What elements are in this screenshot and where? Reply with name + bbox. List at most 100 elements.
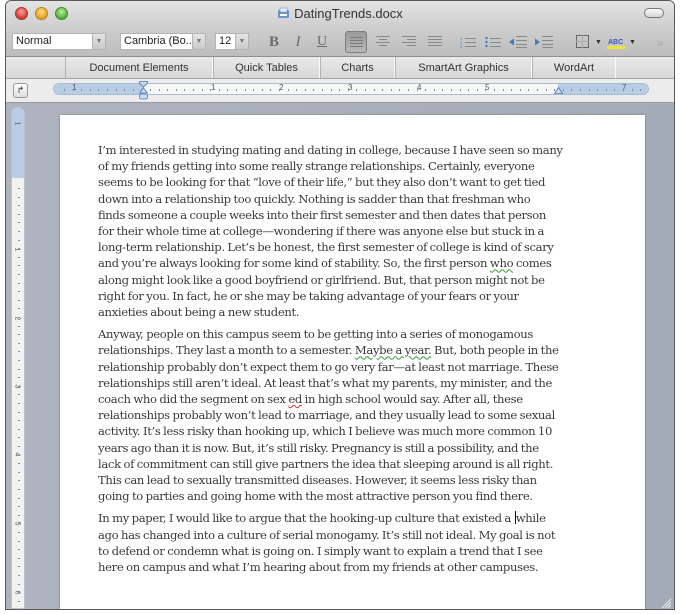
borders-button[interactable] [572,33,592,51]
highlight-dropdown-icon[interactable]: ▼ [629,39,636,46]
toolbar-overflow-icon[interactable]: » [650,33,670,51]
ruler-tick [18,334,20,336]
text-line: of my friends getting into some really s… [98,159,535,174]
decrease-indent-button[interactable] [508,33,528,51]
ruler-tick [98,89,100,91]
ruler-tick [236,89,237,91]
vertical-ruler[interactable]: 1 1 2 3 4 5 6 [11,107,25,609]
italic-button[interactable]: I [288,33,308,51]
text-line: and you’re always looking for some kind … [98,255,603,271]
ruler-tick [322,89,323,91]
tab-stop-selector[interactable]: ↱ [13,83,28,98]
ruler-tick [18,325,20,327]
paragraph[interactable]: In my paper, I would like to argue that … [98,510,603,575]
document-body[interactable]: I’m interested in studying mating and da… [98,142,603,581]
borders-dropdown-icon[interactable]: ▼ [595,39,602,46]
tab-wordart[interactable]: WordArt [532,57,616,78]
ruler-tick [18,274,20,275]
ruler-tick [18,385,20,387]
style-select[interactable]: Normal ▼ [12,33,106,50]
ruler-tick [81,89,83,91]
underline-button[interactable]: U [312,33,332,51]
toolbar-toggle-button[interactable] [644,8,664,18]
tab-quick-tables[interactable]: Quick Tables [213,57,320,78]
text-run: comes [513,256,552,271]
ruler-tick [502,89,504,91]
text-run: But, both people in the [431,343,559,358]
borders-icon [575,35,589,48]
numbered-list-button[interactable]: 123 [458,33,478,51]
align-center-icon [376,36,390,46]
align-left-button[interactable] [345,31,367,53]
ruler-tick [18,231,20,232]
bold-button[interactable]: B [264,33,284,51]
highlight-icon: ABC [607,39,625,49]
spelling-flag[interactable]: ed [288,392,302,406]
chevron-down-icon[interactable]: ▼ [235,34,248,49]
ruler-tick [347,89,349,91]
resize-grip-icon[interactable] [660,597,672,609]
text-line: This can lead to sexually transmitted di… [98,473,537,488]
text-line: relationships still aren’t ideal. At lea… [98,375,553,390]
bulleted-list-icon [485,36,501,48]
chevron-down-icon[interactable]: ▼ [192,34,205,49]
ruler-tick [18,239,20,241]
ruler-tick [313,89,315,91]
paragraph[interactable]: I’m interested in studying mating and da… [98,142,603,320]
right-indent-marker[interactable] [554,87,563,94]
text-line: relationships. They last a month to a se… [98,342,603,358]
ruler-tick [408,89,409,91]
font-size-select[interactable]: 12 ▼ [215,33,249,50]
font-select[interactable]: Cambria (Bo... ▼ [120,33,206,50]
chevron-down-icon[interactable]: ▼ [92,34,105,49]
text-line: Anyway, people on this campus seem to be… [98,327,533,342]
ruler-tick [18,351,20,353]
align-center-button[interactable] [373,33,393,51]
text-line: ago has changed into a culture of serial… [98,527,556,542]
ruler-tick [296,89,298,91]
text-run: In my paper, I would like to argue that … [98,511,514,526]
document-page[interactable]: I’m interested in studying mating and da… [60,115,645,609]
ruler-tick [545,89,547,91]
ruler-tick [580,89,581,91]
ruler-tick [18,566,20,568]
align-right-button[interactable] [399,33,419,51]
ruler-tick [18,420,20,422]
ruler-tick [18,540,20,542]
ruler-tick [18,549,20,551]
font-value: Cambria (Bo... [124,35,195,47]
tab-document-elements[interactable]: Document Elements [65,57,213,78]
ruler-label: 4 [417,83,422,92]
first-line-indent-marker[interactable] [139,81,148,101]
paragraph[interactable]: Anyway, people on this campus seem to be… [98,326,603,504]
text-line: activity. It’s less risky than hooking u… [98,424,552,439]
ruler-tick [227,89,229,91]
text-line: I’m interested in studying mating and da… [98,143,563,157]
decrease-indent-icon [509,36,527,48]
tab-smartart-graphics[interactable]: SmartArt Graphics [395,57,532,78]
tab-label: Document Elements [89,62,189,74]
ruler-tick [528,89,530,91]
text-run: while [515,511,546,526]
ruler-tick [18,196,20,198]
ruler-tick [18,188,20,189]
ruler-tick [64,89,65,91]
tab-label: Quick Tables [235,62,298,74]
ruler-tick [18,532,20,533]
grammar-flag[interactable]: who [490,256,514,270]
bulleted-list-button[interactable] [483,33,503,51]
ruler-tick [158,89,160,91]
text-line: finds someone a couple weeks into their … [98,207,547,222]
justify-button[interactable] [425,33,445,51]
grammar-flag[interactable]: Maybe a year. [355,343,432,357]
ruler-tick [210,89,212,91]
tab-charts[interactable]: Charts [320,57,395,78]
ruler-tick [451,89,452,91]
ruler-tick [18,506,20,508]
ruler-tick [571,89,573,91]
highlight-button[interactable]: ABC [606,33,626,51]
increase-indent-button[interactable] [534,33,554,51]
ruler-tick [18,205,20,207]
ruler-tick [132,89,134,91]
ruler-tick [279,89,280,91]
